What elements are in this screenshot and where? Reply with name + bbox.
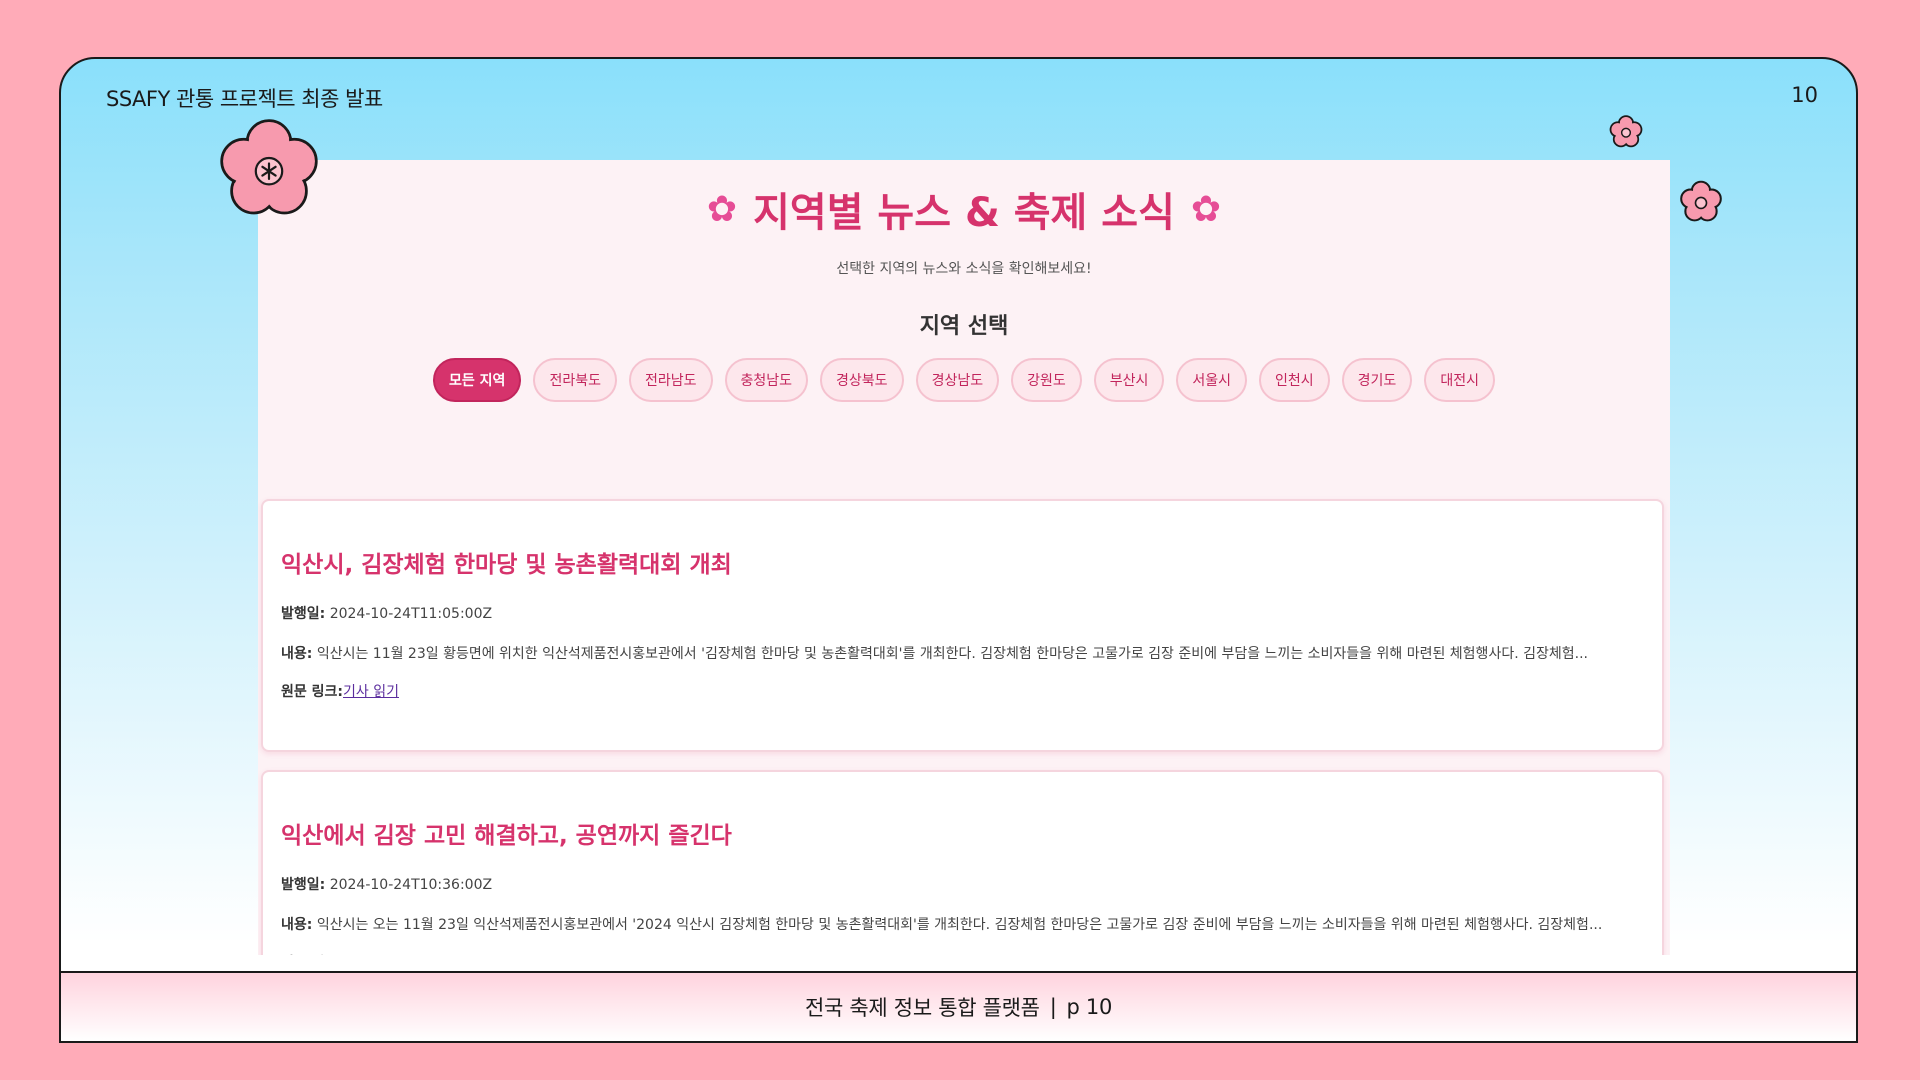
region-button-jeonbuk[interactable]: 전라북도 — [533, 358, 617, 402]
region-button-gyeonggi[interactable]: 경기도 — [1341, 358, 1413, 402]
content-label: 내용: — [281, 917, 313, 933]
region-button-gangwon[interactable]: 강원도 — [1011, 358, 1082, 402]
footer-page: p 10 — [1066, 995, 1113, 1019]
article-link[interactable]: 기사 읽기 — [343, 684, 399, 700]
date-value: 2024-10-24T11:05:00Z — [329, 606, 493, 622]
news-link-row: 원문 링크:기사 읽기 — [281, 681, 1644, 701]
content-value: 익산시는 11월 23일 황등면에 위치한 익산석제품전시홍보관에서 '김장체험… — [316, 646, 1588, 662]
cherry-blossom-icon: ✿ — [706, 188, 738, 230]
news-link-row: 원문 링크:기사 읽기 — [281, 952, 1644, 955]
region-button-chungnam[interactable]: 충청남도 — [724, 358, 809, 402]
region-filter-bar: 모든 지역 전라북도 전라남도 충청남도 경상북도 경상남도 강원도 부산시 서… — [258, 358, 1670, 402]
link-label: 원문 링크: — [281, 684, 343, 700]
news-content: 내용: 익산시는 11월 23일 황등면에 위치한 익산석제품전시홍보관에서 '… — [281, 643, 1644, 665]
content-value: 익산시는 오는 11월 23일 익산석제품전시홍보관에서 '2024 익산시 김… — [316, 917, 1603, 933]
region-button-seoul[interactable]: 서울시 — [1176, 358, 1248, 402]
news-title[interactable]: 익산에서 김장 고민 해결하고, 공연까지 즐긴다 — [281, 816, 1644, 850]
news-title[interactable]: 익산시, 김장체험 한마당 및 농촌활력대회 개최 — [281, 545, 1644, 579]
page-subtitle: 선택한 지역의 뉴스와 소식을 확인해보세요! — [836, 261, 1092, 277]
slide-footer: 전국 축제 정보 통합 플랫폼 | p 10 — [61, 971, 1856, 1041]
news-date: 발행일: 2024-10-24T10:36:00Z — [281, 874, 1644, 894]
region-button-gyeongnam[interactable]: 경상남도 — [915, 358, 1000, 402]
flower-decoration-icon — [220, 119, 318, 215]
region-button-jeonnam[interactable]: 전라남도 — [628, 358, 713, 402]
slide-header: SSAFY 관통 프로젝트 최종 발표 — [106, 87, 383, 111]
flower-decoration-icon — [1609, 115, 1643, 148]
region-select-heading: 지역 선택 — [919, 314, 1009, 339]
page-title-text: 지역별 뉴스 & 축제 소식 — [753, 190, 1175, 236]
news-card: 익산시, 김장체험 한마당 및 농촌활력대회 개최 발행일: 2024-10-2… — [261, 499, 1664, 752]
date-value: 2024-10-24T10:36:00Z — [329, 877, 493, 893]
app-screenshot: ✿ 지역별 뉴스 & 축제 소식 ✿ 선택한 지역의 뉴스와 소식을 확인해보세… — [258, 160, 1670, 955]
date-label: 발행일: — [281, 606, 326, 622]
footer-separator: | — [1049, 995, 1057, 1019]
region-button-daejeon[interactable]: 대전시 — [1424, 358, 1495, 402]
slide-page-number: 10 — [1791, 83, 1818, 107]
cherry-blossom-icon: ✿ — [1190, 188, 1222, 230]
news-card: 익산에서 김장 고민 해결하고, 공연까지 즐긴다 발행일: 2024-10-2… — [261, 770, 1664, 955]
region-button-busan[interactable]: 부산시 — [1093, 358, 1165, 402]
region-button-all[interactable]: 모든 지역 — [433, 358, 522, 402]
footer-title: 전국 축제 정보 통합 플랫폼 — [804, 996, 1040, 1020]
page-title: ✿ 지역별 뉴스 & 축제 소식 ✿ — [258, 180, 1670, 238]
news-content: 내용: 익산시는 오는 11월 23일 익산석제품전시홍보관에서 '2024 익… — [281, 914, 1644, 936]
region-button-incheon[interactable]: 인천시 — [1259, 358, 1330, 402]
presentation-slide: SSAFY 관통 프로젝트 최종 발표 10 ✿ 지역별 뉴스 & 축제 소식 … — [59, 57, 1858, 1043]
news-date: 발행일: 2024-10-24T11:05:00Z — [281, 603, 1644, 623]
region-button-gyeongbuk[interactable]: 경상북도 — [820, 358, 904, 402]
flower-decoration-icon — [1680, 180, 1722, 222]
date-label: 발행일: — [281, 877, 326, 893]
content-label: 내용: — [281, 646, 313, 662]
